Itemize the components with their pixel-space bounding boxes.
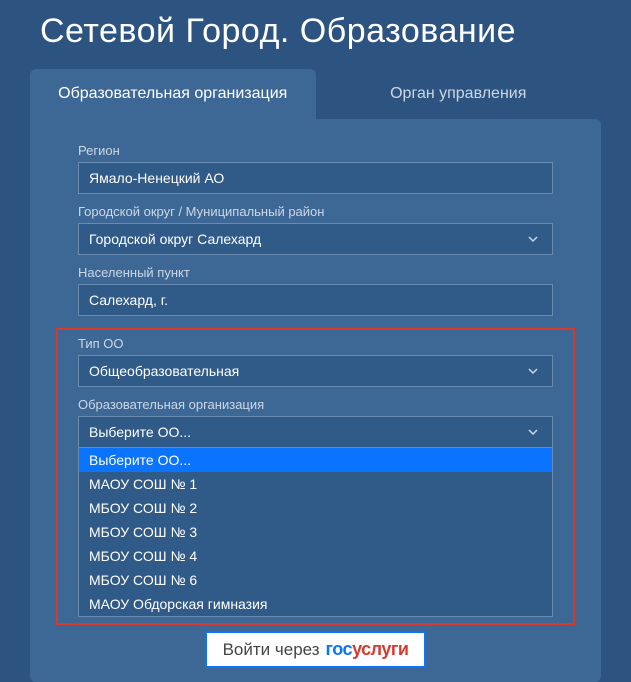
label-region: Регион bbox=[78, 143, 553, 158]
dropdown-item[interactable]: МБОУ СОШ № 4 bbox=[79, 544, 552, 568]
select-org[interactable]: Выберите ОО... bbox=[78, 416, 553, 448]
tabs-row: Образовательная организация Орган управл… bbox=[30, 69, 601, 119]
label-ootype: Тип ОО bbox=[78, 336, 553, 351]
chevron-down-icon bbox=[524, 423, 542, 441]
dropdown-item[interactable]: МБОУ СОШ № 2 bbox=[79, 496, 552, 520]
input-locality[interactable]: Салехард, г. bbox=[78, 284, 553, 316]
select-org-open: Выберите ОО... Выберите ОО... МАОУ СОШ №… bbox=[78, 416, 553, 617]
dropdown-item[interactable]: МБОУ СОШ № 3 bbox=[79, 520, 552, 544]
page-title: Сетевой Город. Образование bbox=[0, 0, 631, 51]
value-org: Выберите ОО... bbox=[89, 424, 191, 440]
select-district[interactable]: Городской округ Салехард bbox=[78, 223, 553, 255]
input-region[interactable]: Ямало-Ненецкий АО bbox=[78, 162, 553, 194]
tab-gov[interactable]: Орган управления bbox=[316, 69, 602, 119]
chevron-down-icon bbox=[524, 230, 542, 248]
value-locality: Салехард, г. bbox=[89, 292, 168, 308]
label-org: Образовательная организация bbox=[78, 397, 553, 412]
brand-gos: гос bbox=[326, 639, 353, 659]
dropdown-item[interactable]: МАОУ Обдорская гимназия bbox=[79, 592, 552, 616]
panel-org: Регион Ямало-Ненецкий АО Городской округ… bbox=[30, 119, 601, 682]
login-button-wrap: Войти через госуслуги bbox=[78, 631, 553, 668]
gosuslugi-logo: госуслуги bbox=[326, 639, 409, 660]
chevron-down-icon bbox=[524, 362, 542, 380]
dropdown-item[interactable]: Выберите ОО... bbox=[79, 448, 552, 472]
label-locality: Населенный пункт bbox=[78, 265, 553, 280]
tabs-container: Образовательная организация Орган управл… bbox=[30, 69, 601, 682]
label-district: Городской округ / Муниципальный район bbox=[78, 204, 553, 219]
highlight-zone: Тип ОО Общеобразовательная Образовательн… bbox=[56, 328, 575, 625]
login-gosuslugi-button[interactable]: Войти через госуслуги bbox=[205, 631, 427, 668]
value-ootype: Общеобразовательная bbox=[89, 363, 239, 379]
tab-org[interactable]: Образовательная организация bbox=[30, 69, 316, 119]
dropdown-item[interactable]: МБОУ СОШ № 6 bbox=[79, 568, 552, 592]
select-ootype[interactable]: Общеобразовательная bbox=[78, 355, 553, 387]
brand-uslugi: услуги bbox=[352, 639, 408, 659]
login-prefix: Войти через bbox=[223, 640, 320, 660]
dropdown-item[interactable]: МАОУ СОШ № 1 bbox=[79, 472, 552, 496]
value-district: Городской округ Салехард bbox=[89, 231, 261, 247]
value-region: Ямало-Ненецкий АО bbox=[89, 170, 224, 186]
dropdown-list-org: Выберите ОО... МАОУ СОШ № 1 МБОУ СОШ № 2… bbox=[78, 447, 553, 617]
